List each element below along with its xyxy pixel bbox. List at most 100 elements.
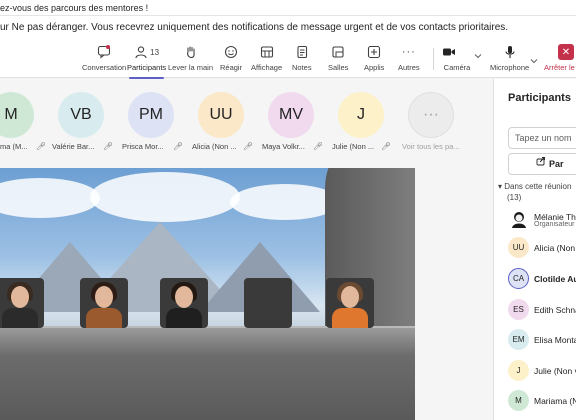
- participant-video-seat: [326, 278, 374, 328]
- participant-video-seat: [0, 278, 44, 328]
- avatar-initials: M: [4, 106, 18, 123]
- muted-mic-icon: 🎤︎: [381, 142, 392, 151]
- raise-hand-button[interactable]: Lever la main: [168, 44, 213, 76]
- avatar-initials: CA: [512, 274, 525, 283]
- react-label: Réagir: [220, 63, 243, 72]
- video-camera-icon: [442, 44, 472, 60]
- participant-search-input[interactable]: Tapez un nom: [508, 127, 576, 149]
- hangup-icon: ✕: [558, 44, 574, 60]
- muted-mic-icon: 🎤︎: [313, 142, 324, 151]
- participants-count: 13: [150, 47, 160, 57]
- participant-row[interactable]: EM Elisa Monta: [508, 329, 576, 353]
- meeting-title-banner: ez-vous des parcours des mentores !: [0, 0, 576, 16]
- participant-face: [95, 286, 113, 308]
- gallery-avatar[interactable]: PM: [128, 92, 174, 138]
- avatar-initials: UU: [209, 106, 233, 123]
- camera-button[interactable]: Caméra: [442, 44, 472, 76]
- participant-name: Alicia (Non: [534, 243, 576, 253]
- avatar: CA: [508, 268, 529, 289]
- avatar: ES: [508, 299, 529, 320]
- gallery-name: Julie (Non ...: [332, 142, 375, 151]
- gallery-avatar[interactable]: M: [0, 92, 34, 138]
- microphone-icon: [502, 44, 518, 60]
- participant-row[interactable]: UU Alicia (Non: [508, 237, 576, 261]
- avatar: M: [508, 390, 529, 411]
- muted-mic-icon: 🎤︎: [173, 142, 184, 151]
- conversation-label: Conversation: [82, 63, 127, 72]
- conversation-button[interactable]: Conversation: [82, 44, 126, 76]
- gallery-name: Valérie Bar...: [52, 142, 95, 151]
- gallery-name: Maya Volkr...: [262, 142, 305, 151]
- avatar-initials: VB: [70, 106, 92, 123]
- participant-row[interactable]: ES Edith Schna: [508, 299, 576, 323]
- avatar: EM: [508, 329, 529, 350]
- participant-name: Clotilde Au: [534, 274, 576, 284]
- participant-row[interactable]: J Julie (Non v: [508, 360, 576, 384]
- layout-icon: [259, 44, 275, 60]
- avatar: J: [508, 360, 529, 381]
- microphone-options-chevron-icon[interactable]: [530, 52, 538, 70]
- in-meeting-section-header[interactable]: ▾ Dans cette réunion (13): [498, 181, 571, 203]
- people-icon: 13: [132, 44, 162, 60]
- notes-icon: [294, 44, 310, 60]
- section-count: (13): [507, 193, 522, 202]
- gallery-avatar[interactable]: VB: [58, 92, 104, 138]
- participant-face: [11, 286, 29, 308]
- leave-button[interactable]: ✕ Arrêter le: [544, 44, 576, 74]
- muted-mic-icon: 🎤︎: [103, 142, 114, 151]
- rooms-button[interactable]: Salles: [328, 44, 348, 76]
- avatar-initials: MV: [279, 106, 303, 123]
- view-label: Affichage: [251, 63, 283, 72]
- ellipsis-icon: ···: [423, 106, 439, 123]
- camera-options-chevron-icon[interactable]: [474, 52, 482, 62]
- gallery-avatar[interactable]: UU: [198, 92, 244, 138]
- muted-mic-icon: 🎤︎: [36, 142, 47, 151]
- participant-face: [341, 286, 359, 308]
- participant-row[interactable]: Mélanie Th Organisateur: [508, 208, 576, 232]
- avatar-initials: UU: [512, 243, 525, 252]
- share-label: Par: [549, 159, 564, 169]
- avatar-initials: ES: [513, 305, 524, 314]
- raise-hand-label: Lever la main: [168, 63, 214, 72]
- react-button[interactable]: Réagir: [220, 44, 242, 76]
- participant-row[interactable]: M Mariama (N: [508, 390, 576, 414]
- apps-button[interactable]: Applis: [364, 44, 384, 76]
- share-invite-button[interactable]: Par: [508, 153, 576, 175]
- participant-name: Mariama (N: [534, 396, 576, 406]
- avatar-initials: M: [515, 396, 522, 405]
- gallery-name: ma (M...: [0, 142, 28, 151]
- gallery-name: Prisca Mor...: [122, 142, 164, 151]
- leave-label: Arrêter le: [544, 63, 575, 72]
- microphone-label: Microphone: [490, 63, 530, 72]
- view-button[interactable]: Affichage: [251, 44, 282, 76]
- participant-gallery: M ma (M... 🎤︎ VB Valérie Bar... 🎤︎ PM Pr…: [0, 82, 493, 160]
- gallery-name: Alicia (Non ...: [192, 142, 237, 151]
- participant-body: [86, 308, 122, 328]
- participant-video-seat: [160, 278, 208, 328]
- avatar: UU: [508, 237, 529, 258]
- smiley-icon: [223, 44, 239, 60]
- participants-button[interactable]: 13 Participants: [127, 44, 166, 79]
- meeting-toolbar: Conversation 13 Participants Lever la ma…: [0, 40, 576, 79]
- participant-role: Organisateur: [534, 221, 575, 228]
- search-placeholder: Tapez un nom: [515, 133, 572, 143]
- empty-seat: [244, 278, 292, 328]
- gallery-avatar[interactable]: MV: [268, 92, 314, 138]
- avatar-initials: J: [357, 106, 365, 123]
- participant-row[interactable]: CA Clotilde Au: [508, 268, 576, 292]
- gallery-avatar[interactable]: J: [338, 92, 384, 138]
- more-button[interactable]: ··· Autres: [398, 44, 420, 76]
- microphone-button[interactable]: Microphone: [490, 44, 529, 76]
- more-glyph: ···: [401, 46, 416, 58]
- apps-label: Applis: [364, 63, 385, 72]
- desk: [0, 328, 415, 420]
- participant-name: Elisa Monta: [534, 335, 576, 345]
- participant-video-seat: [80, 278, 128, 328]
- muted-mic-icon: 🎤︎: [243, 142, 254, 151]
- participants-panel: Participants Tapez un nom Par ▾ Dans cet…: [493, 79, 576, 420]
- notes-button[interactable]: Notes: [292, 44, 312, 76]
- participant-face: [175, 286, 193, 308]
- more-icon: ···: [401, 44, 417, 60]
- rooms-icon: [330, 44, 346, 60]
- see-all-participants-button[interactable]: ···: [408, 92, 454, 138]
